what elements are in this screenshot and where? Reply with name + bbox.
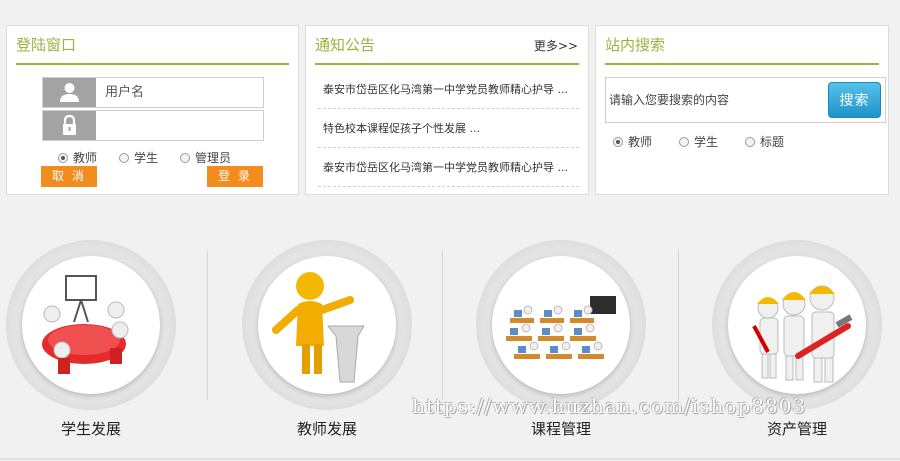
login-role-group: 教师 学生 管理员 bbox=[58, 149, 278, 165]
feature-label: 课程管理 bbox=[530, 420, 591, 438]
login-title-rule bbox=[16, 63, 289, 65]
radio-icon bbox=[119, 153, 129, 163]
cancel-button[interactable]: 取 消 bbox=[41, 166, 97, 187]
notice-item[interactable]: 特色校本课程促孩子个性发展 ... bbox=[318, 109, 579, 148]
feature-label: 学生发展 bbox=[60, 420, 121, 438]
notice-title-rule bbox=[315, 63, 579, 65]
feature-divider bbox=[207, 250, 208, 400]
username-field-row bbox=[42, 77, 264, 108]
notice-panel-title: 通知公告 bbox=[315, 36, 376, 54]
login-button[interactable]: 登 录 bbox=[207, 166, 263, 187]
feature-label: 教师发展 bbox=[296, 420, 357, 438]
role-option-student[interactable]: 学生 bbox=[119, 149, 158, 166]
feature-label: 资产管理 bbox=[766, 420, 827, 438]
radio-selected-icon bbox=[613, 137, 623, 147]
teacher-podium-icon bbox=[258, 256, 396, 394]
radio-icon bbox=[180, 153, 190, 163]
username-input[interactable] bbox=[96, 78, 263, 107]
radio-icon bbox=[679, 137, 689, 147]
search-option-student[interactable]: 学生 bbox=[679, 133, 718, 150]
search-button[interactable]: 搜索 bbox=[828, 82, 881, 118]
classroom-icon bbox=[492, 256, 630, 394]
search-panel: 站内搜索 搜索 教师 学生 标题 bbox=[595, 25, 889, 195]
role-option-teacher[interactable]: 教师 bbox=[58, 149, 97, 166]
notice-panel: 通知公告 更多>> 泰安市岱岳区化马湾第一中学党员教师精心护导 ... 特色校本… bbox=[305, 25, 589, 195]
role-option-admin[interactable]: 管理员 bbox=[180, 149, 231, 166]
watermark-text: https://www.huzhan.com/ishop8803 bbox=[412, 394, 807, 418]
students-meeting-icon bbox=[22, 256, 160, 394]
feature-divider bbox=[678, 250, 679, 400]
login-panel-title: 登陆窗口 bbox=[16, 36, 77, 54]
feature-divider bbox=[442, 250, 443, 400]
feature-asset-management[interactable]: 资产管理 bbox=[712, 240, 900, 450]
workers-tools-icon bbox=[728, 256, 866, 394]
bottom-rule bbox=[0, 458, 900, 460]
search-title-rule bbox=[605, 63, 879, 65]
password-input[interactable] bbox=[96, 111, 263, 140]
search-option-teacher[interactable]: 教师 bbox=[613, 133, 652, 150]
radio-icon bbox=[745, 137, 755, 147]
search-box: 搜索 bbox=[605, 77, 886, 123]
search-scope-group: 教师 学生 标题 bbox=[613, 133, 863, 149]
lock-icon bbox=[43, 111, 96, 140]
search-input[interactable] bbox=[606, 78, 824, 122]
search-panel-title: 站内搜索 bbox=[605, 36, 666, 54]
feature-course-management[interactable]: 课程管理 bbox=[476, 240, 712, 450]
user-icon bbox=[43, 78, 96, 107]
radio-selected-icon bbox=[58, 153, 68, 163]
password-field-row bbox=[42, 110, 264, 141]
login-panel: 登陆窗口 教师 学生 管理员 取 消 登 bbox=[6, 25, 299, 195]
search-option-title[interactable]: 标题 bbox=[745, 133, 784, 150]
notice-item[interactable]: 泰安市岱岳区化马湾第一中学党员教师精心护导 ... bbox=[318, 70, 579, 109]
notice-item[interactable]: 泰安市岱岳区化马湾第一中学党员教师精心护导 ... bbox=[318, 148, 579, 187]
more-link[interactable]: 更多>> bbox=[534, 37, 578, 54]
